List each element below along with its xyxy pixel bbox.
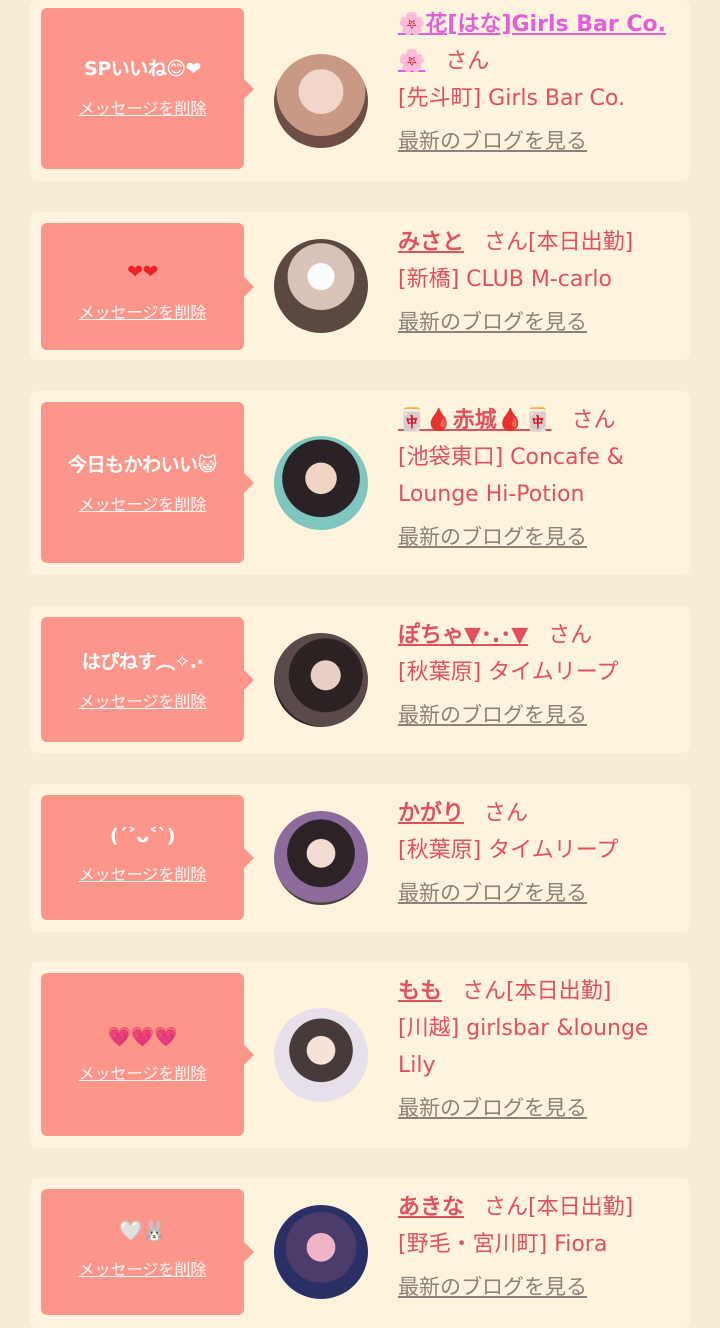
list-item: SPいいね😊❤ メッセージを削除 🌸花[はな]Girls Bar Co.🌸 さん … [30,0,690,181]
message-bubble: 今日もかわいい😺 メッセージを削除 [41,402,254,563]
list-item: 💗💗💗 メッセージを削除 もも さん[本日出勤] [川越] girlsbar &l… [30,962,690,1148]
girl-name-link[interactable]: みさと [398,230,464,255]
honorific: さん [484,801,529,826]
latest-blog-link[interactable]: 最新のブログを見る [398,875,587,912]
honorific: さん [484,1195,529,1220]
avatar[interactable] [274,54,368,148]
girl-name-link[interactable]: あきな [398,1195,464,1220]
honorific: さん [548,623,593,648]
message-bubble: SPいいね😊❤ メッセージを削除 [41,8,254,169]
latest-blog-link[interactable]: 最新のブログを見る [398,304,587,341]
shop-name: [秋葉原] タイムリープ [398,838,619,863]
message-text: 💗💗💗 [107,1026,178,1048]
shop-name: [先斗町] Girls Bar Co. [398,86,625,111]
message-bubble: ❤❤ メッセージを削除 [41,223,254,350]
list-item: (ˊ˃ᴗ˂ˋ) メッセージを削除 かがり さん [秋葉原] タイムリープ 最新のブ… [30,784,690,932]
delete-message-link[interactable]: メッセージを削除 [41,491,244,515]
delete-message-link[interactable]: メッセージを削除 [41,299,244,323]
shop-name: [新橋] CLUB M-carlo [398,267,612,292]
attendance-status: [本日出勤] [506,979,612,1004]
shop-name: [池袋東口] Concafe & Lounge Hi-Potion [398,445,624,507]
shop-name: [川越] girlsbar &lounge Lily [398,1016,649,1078]
avatar[interactable] [274,436,368,530]
latest-blog-link[interactable]: 最新のブログを見る [398,519,587,556]
message-text: 🤍🐰 [119,1220,166,1242]
avatar[interactable] [274,1008,368,1102]
honorific: さん [484,230,529,255]
item-info: もも さん[本日出勤] [川越] girlsbar &lounge Lily 最新… [398,973,678,1127]
honorific: さん [445,49,490,74]
list-item: 🤍🐰 メッセージを削除 あきな さん[本日出勤] [野毛・宮川町] Fiora 最… [30,1178,690,1328]
avatar[interactable] [274,811,368,905]
latest-blog-link[interactable]: 最新のブログを見る [398,1090,587,1127]
list-item: はぴねす︵✧.· メッセージを削除 ぽちゃ▼･.･▼ さん [秋葉原] タイムリー… [30,606,690,753]
avatar[interactable] [274,239,368,333]
girl-name-link[interactable]: かがり [398,801,464,826]
message-bubble: 🤍🐰 メッセージを削除 [41,1189,254,1315]
list-item: 今日もかわいい😺 メッセージを削除 🀄🩸赤城🩸🀄 さん [池袋東口] Concaf… [30,391,690,575]
delete-message-link[interactable]: メッセージを削除 [41,1256,244,1280]
latest-blog-link[interactable]: 最新のブログを見る [398,123,587,160]
item-info: ぽちゃ▼･.･▼ さん [秋葉原] タイムリープ 最新のブログを見る [398,617,678,734]
delete-message-link[interactable]: メッセージを削除 [41,688,244,712]
item-info: 🌸花[はな]Girls Bar Co.🌸 さん [先斗町] Girls Bar C… [398,6,678,160]
avatar[interactable] [274,1205,368,1299]
delete-message-link[interactable]: メッセージを削除 [41,861,244,885]
message-text: ❤❤ [127,261,158,283]
girl-name-link[interactable]: もも [398,979,442,1004]
message-bubble: 💗💗💗 メッセージを削除 [41,973,254,1136]
message-bubble: (ˊ˃ᴗ˂ˋ) メッセージを削除 [41,795,254,920]
latest-blog-link[interactable]: 最新のブログを見る [398,1269,587,1306]
latest-blog-link[interactable]: 最新のブログを見る [398,697,587,734]
message-bubble: はぴねす︵✧.· メッセージを削除 [41,617,254,742]
item-info: かがり さん [秋葉原] タイムリープ 最新のブログを見る [398,795,678,912]
delete-message-link[interactable]: メッセージを削除 [41,1060,244,1084]
delete-message-link[interactable]: メッセージを削除 [41,95,244,119]
attendance-status: [本日出勤] [528,230,634,255]
message-text: 今日もかわいい😺 [68,454,217,476]
shop-name: [秋葉原] タイムリープ [398,660,619,685]
message-text: SPいいね😊❤ [84,58,201,80]
shop-name: [野毛・宮川町] Fiora [398,1232,608,1257]
girl-name-link[interactable]: 🀄🩸赤城🩸🀄 [398,408,552,433]
message-text: (ˊ˃ᴗ˂ˋ) [110,825,175,847]
girl-name-link[interactable]: ぽちゃ▼･.･▼ [398,623,528,648]
item-info: あきな さん[本日出勤] [野毛・宮川町] Fiora 最新のブログを見る [398,1189,678,1306]
attendance-status: [本日出勤] [528,1195,634,1220]
girl-name-link[interactable]: 🌸花[はな]Girls Bar Co.🌸 [398,12,666,74]
honorific: さん [571,408,616,433]
avatar[interactable] [274,633,368,727]
message-text: はぴねす︵✧.· [81,651,204,673]
item-info: みさと さん[本日出勤] [新橋] CLUB M-carlo 最新のブログを見る [398,224,678,341]
list-item: ❤❤ メッセージを削除 みさと さん[本日出勤] [新橋] CLUB M-carl… [30,212,690,360]
item-info: 🀄🩸赤城🩸🀄 さん [池袋東口] Concafe & Lounge Hi-Poti… [398,402,678,556]
honorific: さん [462,979,507,1004]
